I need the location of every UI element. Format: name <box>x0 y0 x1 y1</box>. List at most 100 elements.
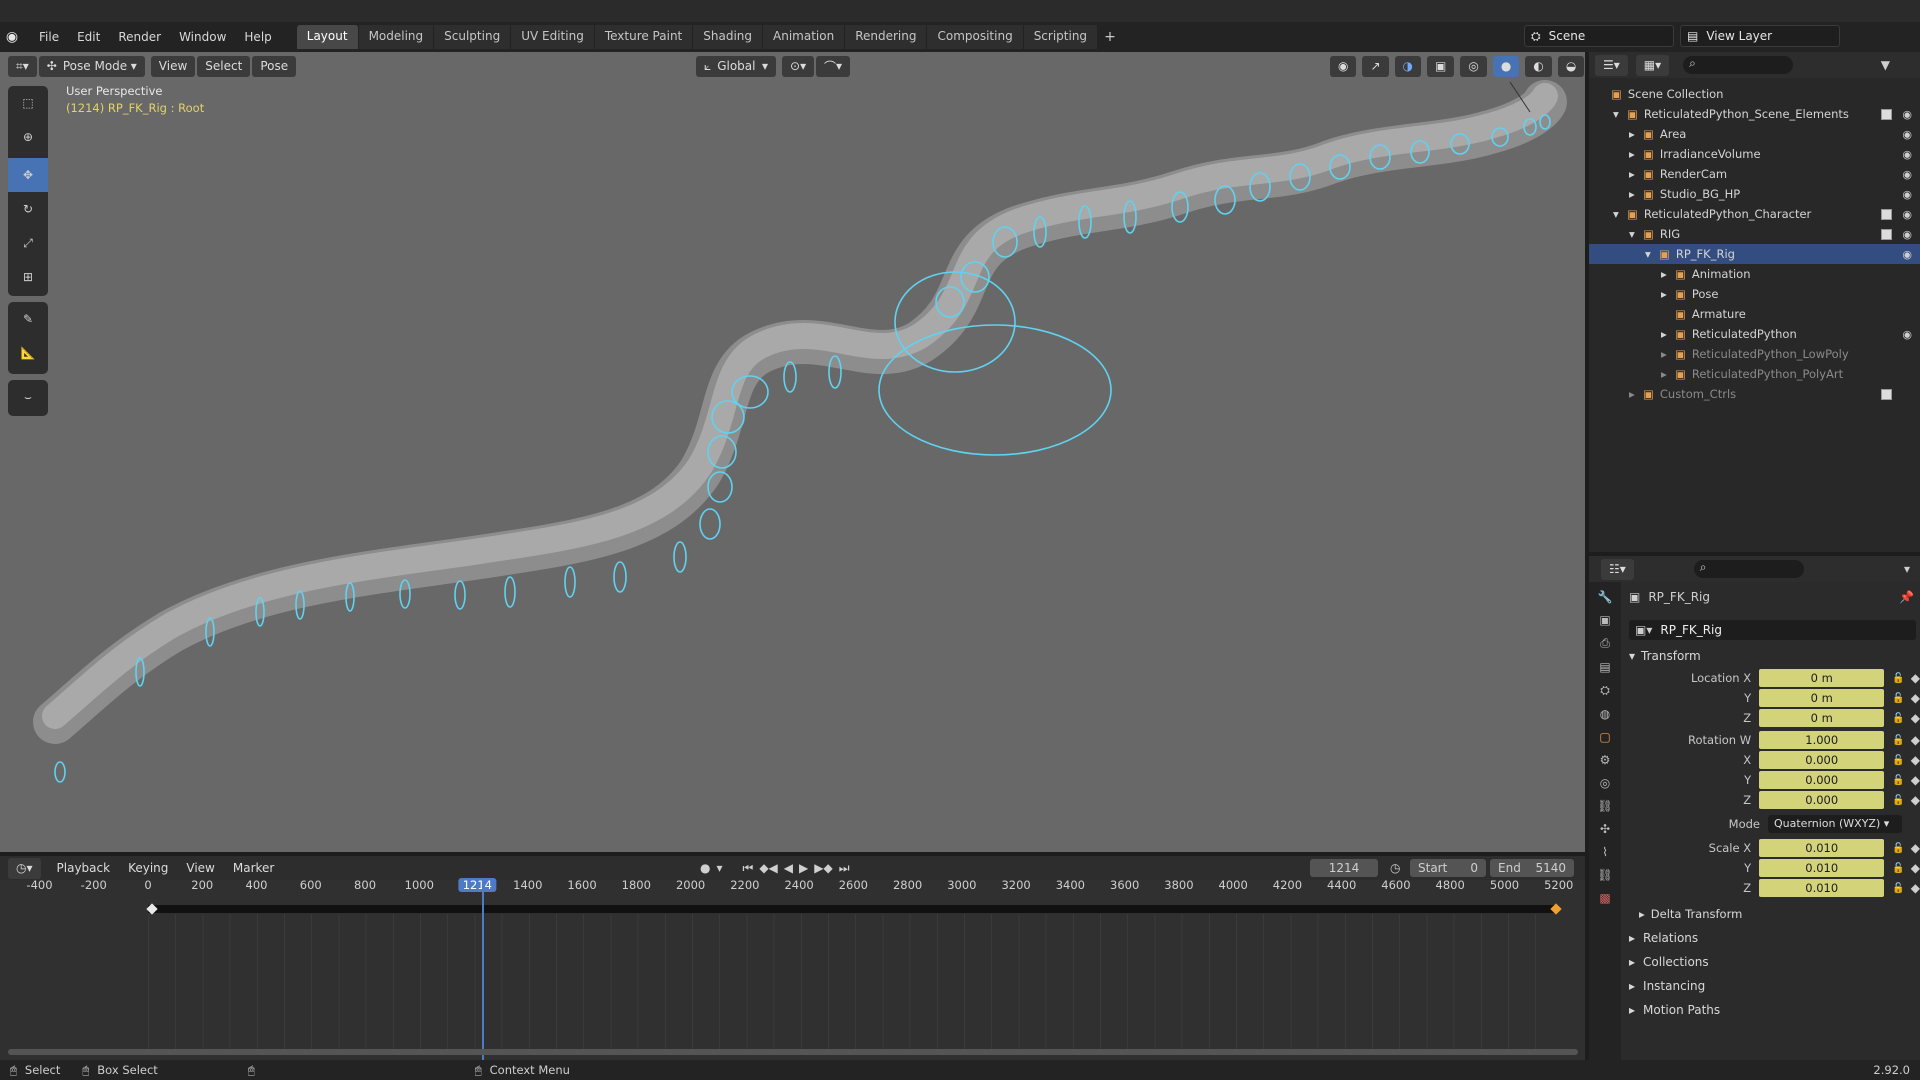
object-name-field[interactable]: ▣▾ RP_FK_Rig <box>1629 620 1916 640</box>
tool-tab-icon[interactable]: 🔧 <box>1598 590 1613 604</box>
measure-tool[interactable]: 📐 <box>8 336 48 370</box>
property-value-field[interactable]: 0.010 <box>1759 859 1885 877</box>
eye-icon[interactable]: ◉ <box>1902 128 1912 141</box>
lock-icon[interactable]: 🔓 <box>1892 713 1904 724</box>
keyframe-icon[interactable]: ◆ <box>1911 691 1920 705</box>
shading-material-button[interactable]: ◐ <box>1525 55 1552 77</box>
shading-solid-button[interactable]: ● <box>1492 55 1520 77</box>
outliner-row[interactable]: ▸ ▣ ReticulatedPython_PolyArt <box>1589 364 1920 384</box>
lock-icon[interactable]: 🔓 <box>1892 883 1904 894</box>
property-value-field[interactable]: 0.010 <box>1759 879 1885 897</box>
menu-edit[interactable]: Edit <box>68 30 109 44</box>
tab-modeling[interactable]: Modeling <box>358 25 435 49</box>
menu-help[interactable]: Help <box>235 30 280 44</box>
property-value-field[interactable]: 0.000 <box>1759 751 1885 769</box>
viewport-menu-view[interactable]: View <box>150 55 196 77</box>
expand-arrow-icon[interactable]: ▾ <box>1613 107 1627 121</box>
section-collections[interactable]: ▸ Collections <box>1625 950 1920 974</box>
3d-viewport[interactable]: User Perspective (1214) RP_FK_Rig : Root <box>0 52 1585 852</box>
tab-scripting[interactable]: Scripting <box>1023 25 1099 49</box>
rotate-tool[interactable]: ↻ <box>8 192 48 226</box>
eye-icon[interactable]: ◉ <box>1902 108 1912 121</box>
expand-arrow-icon[interactable]: ▸ <box>1661 367 1675 381</box>
scene-tab-icon[interactable]: ⛭ <box>1600 683 1610 698</box>
lock-icon[interactable]: 🔓 <box>1892 735 1904 746</box>
expand-arrow-icon[interactable]: ▸ <box>1661 267 1675 281</box>
expand-arrow-icon[interactable]: ▸ <box>1629 127 1643 141</box>
bone-tab-icon[interactable]: ⌇ <box>1602 845 1608 859</box>
view-layer-selector[interactable]: ▤ View Layer <box>1680 25 1840 47</box>
properties-editor-type[interactable]: ☷ ▾ <box>1601 558 1634 580</box>
shading-rendered-button[interactable]: ◒ <box>1557 55 1585 77</box>
checkbox[interactable] <box>1881 228 1892 240</box>
outliner-row[interactable]: ▸ ▣ Custom_Ctrls <box>1589 384 1920 404</box>
lock-icon[interactable]: 🔓 <box>1892 755 1904 766</box>
keyframe-icon[interactable]: ◆ <box>1911 841 1920 855</box>
eye-icon[interactable]: ◉ <box>1902 168 1912 181</box>
outliner-editor-type[interactable]: ☰ ▾ <box>1595 54 1628 76</box>
expand-arrow-icon[interactable]: ▸ <box>1661 327 1675 341</box>
visibility-button[interactable]: ◉ <box>1330 55 1357 77</box>
eye-icon[interactable]: ◉ <box>1902 188 1912 201</box>
scale-tool[interactable]: ⤢ <box>8 226 48 260</box>
transform-tool[interactable]: ⊞ <box>8 260 48 294</box>
tab-texture-paint[interactable]: Texture Paint <box>594 25 694 49</box>
keyframe-icon[interactable]: ◆ <box>1911 773 1920 787</box>
keyframe-icon[interactable]: ◆ <box>1911 733 1920 747</box>
tab-layout[interactable]: Layout <box>296 25 359 49</box>
chevron-down-icon[interactable]: ▾ <box>1904 562 1910 576</box>
frame-ruler[interactable]: -400 -200 0 200 400 600 800 1000 1214 1400 1600 180… <box>0 856 1585 896</box>
tab-sculpting[interactable]: Sculpting <box>434 25 512 49</box>
checkbox[interactable] <box>1881 208 1892 220</box>
bone-tool[interactable]: ⌣ <box>8 380 48 414</box>
lock-icon[interactable]: 🔓 <box>1892 693 1904 704</box>
rotation-mode-select[interactable]: Quaternion (WXYZ) ▾ <box>1768 815 1902 833</box>
outliner-row[interactable]: ▾ ▣ ReticulatedPython_Scene_Elements ◉ <box>1589 104 1920 124</box>
shading-wire-button[interactable]: ◎ <box>1460 55 1487 77</box>
menu-file[interactable]: File <box>30 30 68 44</box>
section-relations[interactable]: ▸ Relations <box>1625 926 1920 950</box>
menu-render[interactable]: Render <box>109 30 170 44</box>
xray-button[interactable]: ▣ <box>1427 55 1455 77</box>
gizmo-button[interactable]: ↗ <box>1362 55 1389 77</box>
scene-selector[interactable]: ⛭ Scene <box>1524 25 1674 47</box>
outliner-row[interactable]: ▸ ▣ Studio_BG_HP ◉ <box>1589 184 1920 204</box>
modifier-tab-icon[interactable]: ⚙ <box>1600 753 1611 767</box>
playhead[interactable] <box>482 880 484 1060</box>
property-value-field[interactable]: 0.000 <box>1759 771 1885 789</box>
property-value-field[interactable]: 0 m <box>1759 709 1885 727</box>
physics-tab-icon[interactable]: ◎ <box>1600 776 1610 790</box>
section-motion-paths[interactable]: ▸ Motion Paths <box>1625 998 1920 1022</box>
outliner-display-mode[interactable]: ▦ ▾ <box>1635 54 1670 76</box>
move-tool[interactable]: ✥ <box>8 158 48 192</box>
timeline-scrollbar[interactable] <box>8 1049 1578 1055</box>
keyframe-icon[interactable]: ◆ <box>1911 671 1920 685</box>
output-tab-icon[interactable]: ⎙ <box>1600 636 1610 651</box>
outliner-row[interactable]: ▸ ▣ Area ◉ <box>1589 124 1920 144</box>
outliner-row[interactable]: ▣ Armature <box>1589 304 1920 324</box>
outliner-row[interactable]: ▾ ▣ RIG ◉ <box>1589 224 1920 244</box>
eye-icon[interactable]: ◉ <box>1902 148 1912 161</box>
expand-arrow-icon[interactable]: ▸ <box>1629 187 1643 201</box>
properties-search-input[interactable]: ⌕ <box>1693 560 1804 578</box>
expand-arrow-icon[interactable]: ▸ <box>1629 387 1643 401</box>
world-tab-icon[interactable]: ◍ <box>1600 707 1610 721</box>
delta-transform-header[interactable]: ▸ Delta Transform <box>1625 902 1920 926</box>
pin-icon[interactable]: 📌 <box>1899 590 1914 604</box>
expand-arrow-icon[interactable]: ▾ <box>1613 207 1627 221</box>
section-instancing[interactable]: ▸ Instancing <box>1625 974 1920 998</box>
keyframe-icon[interactable]: ◆ <box>1911 753 1920 767</box>
select-box-tool[interactable]: ⬚ <box>8 86 48 120</box>
property-value-field[interactable]: 0 m <box>1759 689 1885 707</box>
annotate-tool[interactable]: ✎ <box>8 302 48 336</box>
lock-icon[interactable]: 🔓 <box>1892 863 1904 874</box>
expand-arrow-icon[interactable]: ▸ <box>1661 287 1675 301</box>
constraint-tab-icon[interactable]: ⛓ <box>1597 799 1612 813</box>
bone-constraint-tab-icon[interactable]: ⛓ <box>1597 868 1612 882</box>
tab-rendering[interactable]: Rendering <box>845 25 928 49</box>
view-layer-tab-icon[interactable]: ▤ <box>1599 660 1610 674</box>
render-tab-icon[interactable]: ▣ <box>1599 613 1610 627</box>
lock-icon[interactable]: 🔓 <box>1892 673 1904 684</box>
outliner-row[interactable]: ▸ ▣ Pose <box>1589 284 1920 304</box>
tab-compositing[interactable]: Compositing <box>927 25 1024 49</box>
